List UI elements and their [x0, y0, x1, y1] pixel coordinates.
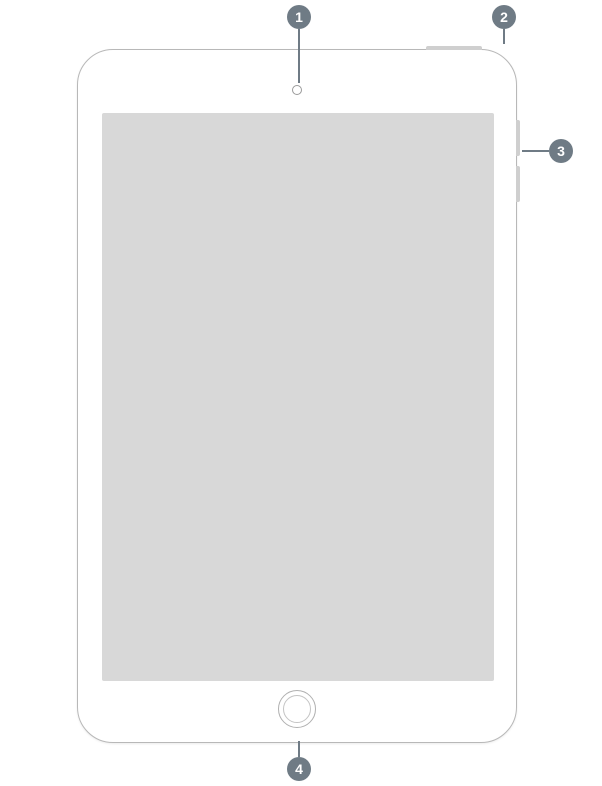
callout-badge-3: 3	[549, 139, 573, 163]
callout-leader-3	[522, 150, 549, 152]
callout-number: 3	[557, 143, 565, 159]
front-camera	[292, 85, 302, 95]
ipad-device-outline	[77, 49, 517, 743]
callout-leader-4	[298, 741, 300, 757]
home-button-ring	[283, 695, 311, 723]
home-button	[278, 690, 316, 728]
volume-down-button	[516, 166, 520, 202]
callout-leader-1	[298, 29, 300, 83]
callout-badge-4: 4	[287, 757, 311, 781]
callout-badge-2: 2	[492, 5, 516, 29]
callout-number: 4	[295, 761, 303, 777]
callout-badge-1: 1	[287, 5, 311, 29]
callout-leader-2	[503, 29, 505, 44]
device-screen	[102, 113, 494, 681]
callout-number: 2	[500, 9, 508, 25]
volume-up-button	[516, 120, 520, 156]
callout-number: 1	[295, 9, 303, 25]
top-button	[426, 46, 482, 50]
